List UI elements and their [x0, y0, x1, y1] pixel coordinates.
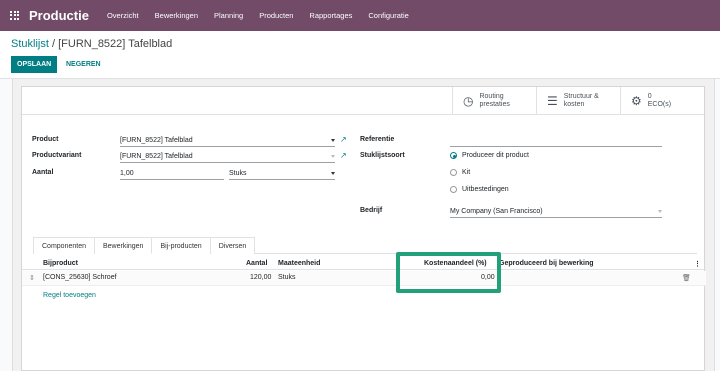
table-row[interactable]: ⇕ [CONS_25630] Schroef 120,00 Stuks 0,00…	[22, 271, 706, 286]
save-button[interactable]: OPSLAAN	[11, 56, 58, 73]
highlight-box	[396, 252, 501, 293]
column-options-icon[interactable]: ⋮	[694, 260, 701, 268]
external-link-icon[interactable]: ↗	[340, 135, 347, 144]
list-icon: ☰	[547, 94, 558, 108]
table-header: Bijproduct Aantal Maateenheid Kostenaand…	[22, 257, 706, 270]
reference-label: Referentie	[360, 136, 395, 143]
routing-performance-button[interactable]: ◷ Routing prestaties	[452, 87, 536, 115]
cell-byproduct[interactable]: [CONS_25630] Schroef	[43, 274, 117, 281]
radio-selected-icon	[450, 152, 457, 159]
apps-menu-icon[interactable]	[10, 10, 20, 21]
product-field[interactable]: [FURN_8522] Tafelblad	[120, 136, 335, 147]
radio-label: Produceer dit product	[462, 152, 529, 159]
breadcrumb-separator: /	[51, 38, 56, 50]
form-sheet: ◷ Routing prestaties ☰ Structuur & koste…	[20, 86, 706, 371]
quantity-label: Aantal	[32, 169, 54, 176]
discard-button[interactable]: NEGEREN	[60, 56, 107, 73]
product-value: [FURN_8522] Tafelblad	[120, 137, 193, 144]
radio-icon	[450, 186, 457, 193]
menu-item-producten[interactable]: Producten	[251, 11, 301, 20]
smart-button-line2: prestaties	[479, 101, 510, 108]
clock-icon: ◷	[463, 94, 474, 108]
radio-produce[interactable]: Produceer dit product	[450, 152, 529, 159]
variant-label: Productvariant	[32, 152, 82, 159]
col-uom[interactable]: Maateenheid	[278, 260, 320, 267]
breadcrumb: Stuklijst / [FURN_8522] Tafelblad	[11, 38, 172, 50]
radio-label: Kit	[462, 169, 471, 176]
tab-bewerkingen[interactable]: Bewerkingen	[93, 237, 153, 254]
radio-kit[interactable]: Kit	[450, 169, 470, 176]
col-produced-in[interactable]: Geproduceerd bij bewerking	[499, 260, 594, 267]
uom-field[interactable]: Stuks	[229, 169, 335, 180]
tab-bij-producten[interactable]: Bij-producten	[151, 237, 211, 254]
breadcrumb-current: [FURN_8522] Tafelblad	[58, 38, 173, 50]
chevron-down-icon[interactable]	[331, 155, 335, 158]
drag-handle-icon[interactable]: ⇕	[29, 274, 35, 282]
variant-field[interactable]: [FURN_8522] Tafelblad	[120, 152, 335, 163]
smart-button-line2: kosten	[563, 101, 585, 108]
company-label: Bedrijf	[360, 207, 383, 214]
smart-buttons-bar: ◷ Routing prestaties ☰ Structuur & koste…	[20, 87, 704, 115]
bom-type-label: Stuklijstsoort	[360, 152, 405, 159]
menu-item-overzicht[interactable]: Overzicht	[99, 11, 147, 20]
radio-subcontracting[interactable]: Uitbestedingen	[450, 186, 509, 193]
tab-diversen[interactable]: Diversen	[209, 237, 256, 254]
menu-item-planning[interactable]: Planning	[206, 11, 251, 20]
menu-item-bewerkingen[interactable]: Bewerkingen	[147, 11, 206, 20]
smart-button-line1: Routing	[479, 93, 504, 100]
breadcrumb-parent-link[interactable]: Stuklijst	[11, 38, 49, 50]
smart-button-line2: ECO(s)	[647, 101, 672, 108]
gears-icon: ⚙	[631, 94, 642, 108]
chevron-down-icon[interactable]	[331, 139, 335, 142]
radio-icon	[450, 169, 457, 176]
structure-cost-button[interactable]: ☰ Structuur & kosten	[536, 87, 620, 115]
notebook-tabs: Componenten Bewerkingen Bij-producten Di…	[33, 237, 697, 254]
quantity-field[interactable]: 1,00	[120, 169, 224, 180]
smart-button-line1: 0	[647, 93, 652, 100]
trash-icon[interactable]: 🗑	[682, 274, 691, 282]
company-field[interactable]: My Company (San Francisco)	[450, 207, 662, 218]
control-panel: Stuklijst / [FURN_8522] Tafelblad OPSLAA…	[0, 31, 720, 79]
company-value: My Company (San Francisco)	[450, 208, 543, 215]
uom-value: Stuks	[229, 170, 247, 177]
variant-value: [FURN_8522] Tafelblad	[120, 153, 193, 160]
cell-uom[interactable]: Stuks	[278, 274, 296, 281]
add-line-link[interactable]: Regel toevoegen	[43, 292, 96, 299]
menu-item-configuratie[interactable]: Configuratie	[360, 11, 416, 20]
app-name[interactable]: Productie	[29, 8, 89, 23]
smart-button-line1: Structuur &	[563, 93, 599, 100]
menu-item-rapportages[interactable]: Rapportages	[301, 11, 360, 20]
external-link-icon[interactable]: ↗	[340, 151, 347, 160]
tab-componenten[interactable]: Componenten	[33, 237, 95, 254]
reference-field[interactable]	[450, 136, 662, 147]
product-label: Product	[32, 136, 59, 143]
eco-button[interactable]: ⚙ 0 ECO(s)	[620, 87, 704, 115]
chevron-down-icon[interactable]	[331, 172, 335, 175]
radio-label: Uitbestedingen	[462, 186, 509, 193]
col-byproduct[interactable]: Bijproduct	[43, 260, 78, 267]
col-quantity[interactable]: Aantal	[246, 260, 267, 267]
top-navbar: Productie Overzicht Bewerkingen Planning…	[0, 0, 720, 31]
chevron-down-icon[interactable]	[658, 210, 662, 213]
cell-quantity[interactable]: 120,00	[250, 274, 271, 281]
